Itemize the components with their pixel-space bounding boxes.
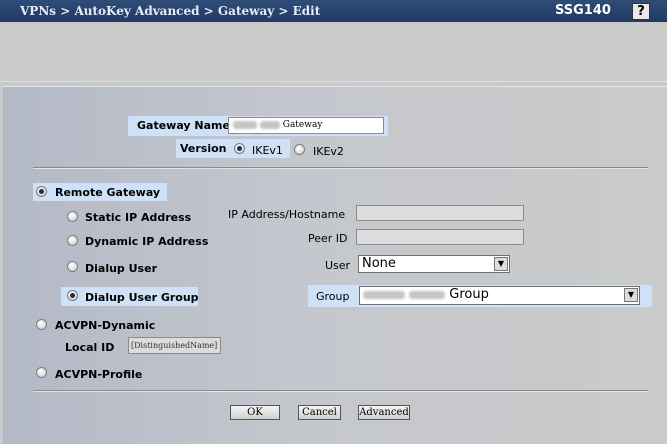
redacted-text	[409, 290, 446, 299]
user-select-value: None	[362, 256, 396, 271]
ikev1-label: IKEv1	[252, 144, 283, 157]
section-divider	[33, 167, 648, 169]
user-label: User	[325, 259, 351, 272]
top-spacer	[0, 22, 667, 82]
static-ip-label: Static IP Address	[85, 211, 192, 224]
footer-divider	[33, 390, 648, 392]
acvpn-profile-radio[interactable]	[36, 367, 47, 378]
ikev2-label: IKEv2	[313, 145, 344, 158]
ip-address-input[interactable]	[356, 205, 524, 221]
dynamic-ip-radio[interactable]	[67, 235, 78, 246]
dialup-user-group-radio[interactable]	[67, 290, 78, 301]
group-label: Group	[316, 290, 350, 303]
acvpn-dynamic-radio[interactable]	[36, 319, 47, 330]
acvpn-dynamic-label: ACVPN-Dynamic	[55, 319, 156, 332]
remote-gateway-label: Remote Gateway	[55, 186, 161, 199]
static-ip-radio[interactable]	[67, 211, 78, 222]
dialup-user-label: Dialup User	[85, 262, 157, 275]
gateway-name-value: Gateway	[282, 120, 323, 130]
version-label: Version	[180, 142, 227, 155]
dialup-user-radio[interactable]	[67, 261, 78, 272]
peer-id-label: Peer ID	[308, 232, 348, 245]
advanced-button[interactable]: Advanced	[358, 405, 410, 420]
gateway-name-input[interactable]: Gateway	[228, 117, 384, 134]
local-id-value: [DistinguishedName]	[131, 341, 218, 350]
breadcrumb: VPNs > AutoKey Advanced > Gateway > Edit	[20, 4, 321, 18]
peer-id-input[interactable]	[356, 229, 524, 245]
ip-address-label: IP Address/Hostname	[228, 208, 346, 221]
title-bar: VPNs > AutoKey Advanced > Gateway > Edit…	[0, 0, 667, 22]
local-id-label: Local ID	[65, 341, 115, 354]
group-select[interactable]: Group ▼	[359, 286, 640, 305]
gateway-name-label: Gateway Name	[137, 119, 230, 132]
ok-button[interactable]: OK	[230, 405, 280, 420]
product-name: SSG140	[555, 3, 611, 18]
ikev1-radio[interactable]	[234, 143, 245, 154]
redacted-text	[233, 120, 257, 129]
gateway-edit-form: Gateway Name Gateway Version IKEv1 IKEv2…	[3, 86, 667, 444]
local-id-input[interactable]: [DistinguishedName]	[128, 337, 221, 354]
cancel-button[interactable]: Cancel	[298, 405, 341, 420]
acvpn-profile-label: ACVPN-Profile	[55, 368, 143, 381]
dialup-user-group-label: Dialup User Group	[85, 291, 199, 304]
redacted-text	[259, 120, 280, 129]
ikev2-radio[interactable]	[294, 144, 305, 155]
chevron-down-icon[interactable]: ▼	[494, 257, 508, 271]
remote-gateway-radio[interactable]	[36, 186, 47, 197]
dynamic-ip-label: Dynamic IP Address	[85, 235, 209, 248]
group-select-value: Group	[449, 287, 489, 302]
redacted-text	[363, 290, 405, 299]
user-select[interactable]: None ▼	[358, 255, 510, 273]
chevron-down-icon[interactable]: ▼	[624, 288, 638, 302]
help-icon[interactable]: ?	[632, 3, 650, 20]
